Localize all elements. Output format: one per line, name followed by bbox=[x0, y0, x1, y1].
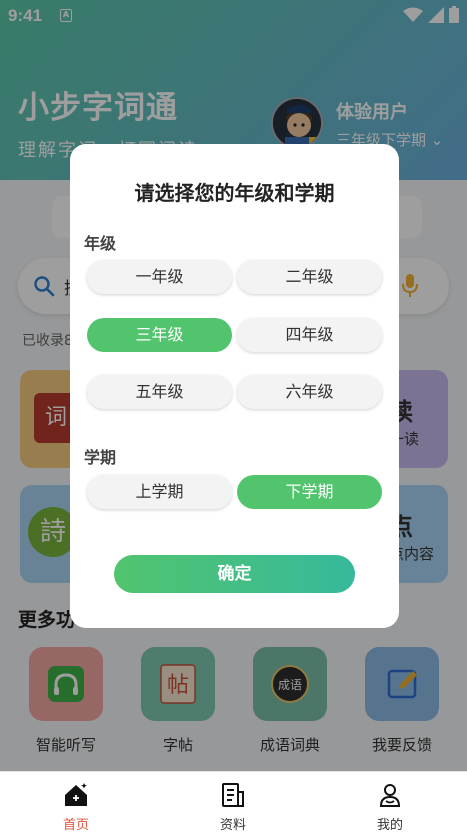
user-icon bbox=[379, 784, 401, 807]
grade-section-label: 年级 bbox=[84, 234, 117, 253]
confirm-button[interactable]: 确定 bbox=[114, 555, 355, 593]
home-page: 9:41 A 小步字词通 理解字词，打冨阅读 体验用户 三年级下学期 ⌄ bbox=[0, 0, 467, 833]
document-icon bbox=[222, 783, 244, 807]
tab-label-materials: 资料 bbox=[219, 818, 246, 833]
term-section-label: 学期 bbox=[84, 448, 117, 467]
tab-label-home: 首页 bbox=[62, 818, 89, 833]
grade-option-2[interactable]: 二年级 bbox=[237, 260, 382, 294]
grade-option-6[interactable]: 六年级 bbox=[237, 375, 382, 409]
dialog-title: 请选择您的年级和学期 bbox=[134, 181, 335, 205]
term-option-first[interactable]: 上学期 bbox=[87, 475, 232, 509]
grade-option-1[interactable]: 一年级 bbox=[87, 260, 232, 294]
tab-profile[interactable]: 我的 bbox=[340, 772, 440, 833]
home-icon bbox=[65, 783, 87, 806]
tab-home[interactable]: 首页 bbox=[26, 772, 126, 833]
grade-term-dialog: 请选择您的年级和学期 年级 一年级 二年级 三年级 四年级 五年级 六年级 学期… bbox=[70, 144, 399, 628]
grade-option-3[interactable]: 三年级 bbox=[87, 318, 232, 352]
grade-option-4[interactable]: 四年级 bbox=[237, 318, 382, 352]
tab-materials[interactable]: 资料 bbox=[183, 772, 283, 833]
term-option-second[interactable]: 下学期 bbox=[237, 475, 382, 509]
tab-label-profile: 我的 bbox=[376, 818, 403, 833]
grade-option-5[interactable]: 五年级 bbox=[87, 375, 232, 409]
bottom-tab-bar: 首页 资料 我的 bbox=[0, 771, 467, 833]
